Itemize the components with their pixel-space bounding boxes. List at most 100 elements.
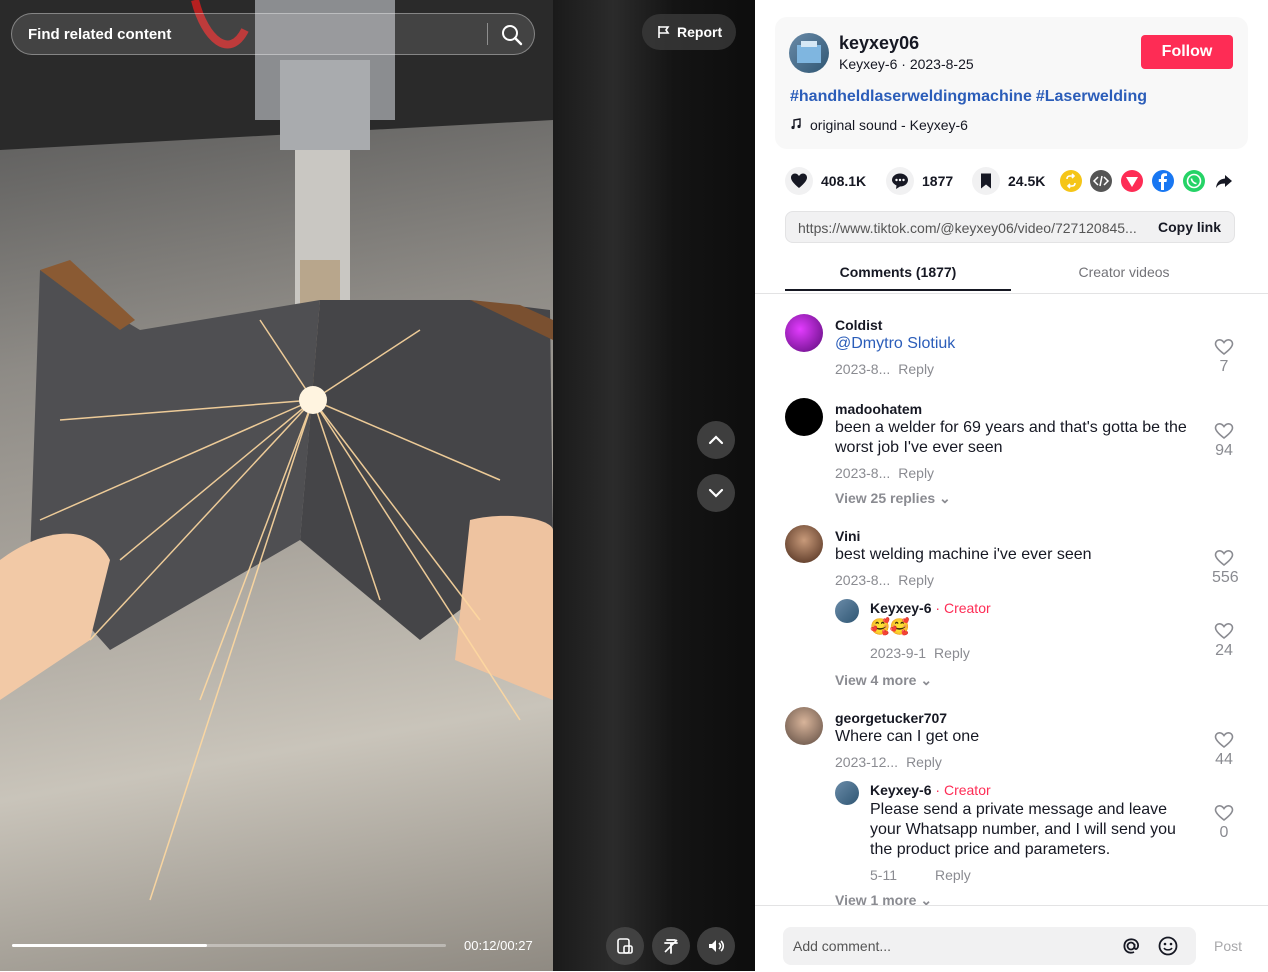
reply-like-button[interactable]: 24 (1212, 622, 1236, 660)
video-player[interactable]: Find related content Report 00:12/00:27 (0, 0, 755, 971)
active-tab-indicator (785, 289, 1011, 291)
comment-text[interactable]: been a welder for 69 years and that's go… (835, 418, 1205, 458)
search-placeholder: Find related content (28, 26, 172, 43)
comment-username[interactable]: Coldist (835, 317, 882, 333)
comment-username[interactable]: Vini (835, 528, 860, 544)
hashtag-link[interactable]: #Laserwelding (1036, 88, 1147, 105)
chevron-up-icon (708, 435, 724, 445)
avatar[interactable] (785, 398, 823, 436)
comment-input[interactable]: Add comment... (783, 927, 1196, 965)
reply-meta: 2023-9-1 Reply (870, 645, 970, 661)
comment-like-count: 556 (1212, 569, 1239, 586)
reply-like-button[interactable]: 0 (1212, 804, 1236, 842)
chevron-down-icon: ⌄ (920, 672, 933, 688)
tab-creator-videos[interactable]: Creator videos (1011, 264, 1237, 280)
reply-button[interactable]: Reply (898, 572, 934, 588)
next-video-button[interactable] (697, 474, 735, 512)
comment-text[interactable]: Where can I get one (835, 727, 979, 747)
mention-icon[interactable] (1120, 935, 1142, 957)
view-replies-label: View 25 replies (835, 490, 936, 506)
avatar[interactable] (785, 314, 823, 352)
embed-icon[interactable] (1090, 170, 1112, 192)
tab-comments[interactable]: Comments (1877) (785, 264, 1011, 280)
send-to-friends-icon[interactable] (1121, 170, 1143, 192)
follow-button[interactable]: Follow (1141, 35, 1233, 69)
comment-like-button[interactable]: 7 (1212, 338, 1236, 376)
comment-text[interactable]: best welding machine i've ever seen (835, 545, 1092, 565)
emoji-icon[interactable] (1157, 935, 1179, 957)
post-date: 2023-8-25 (909, 56, 974, 72)
reply-date: 2023-9-1 (870, 645, 927, 661)
heart-icon (785, 167, 813, 195)
comment-date: 2023-12... (835, 754, 899, 770)
reply-button[interactable]: Reply (898, 361, 934, 377)
related-content-search[interactable]: Find related content (11, 13, 535, 55)
save-action[interactable]: 24.5K (972, 167, 1045, 195)
view-more-replies-button[interactable]: View 1 more ⌄ (835, 892, 932, 905)
reply-button[interactable]: Reply (934, 645, 970, 661)
facebook-icon[interactable] (1152, 170, 1174, 192)
details-panel: keyxey06 Keyxey-6 · 2023-8-25 Follow #ha… (755, 0, 1268, 971)
view-replies-button[interactable]: View 25 replies ⌄ (835, 490, 951, 507)
bookmark-icon (972, 167, 1000, 195)
comment-username[interactable]: madoohatem (835, 401, 922, 417)
floating-player-button[interactable] (652, 927, 690, 965)
author-username[interactable]: keyxey06 (839, 33, 919, 54)
author-nickname: Keyxey-6 (839, 56, 898, 72)
chevron-down-icon: ⌄ (939, 490, 951, 506)
comment-like-count: 94 (1215, 442, 1233, 459)
save-count: 24.5K (1008, 173, 1046, 189)
avatar[interactable] (785, 707, 823, 745)
heart-outline-icon (1214, 622, 1234, 640)
reply-username[interactable]: Keyxey-6 · Creator (870, 600, 991, 616)
author-avatar[interactable] (789, 33, 829, 73)
comment-action[interactable]: 1877 (886, 167, 953, 195)
volume-button[interactable] (697, 927, 735, 965)
comment-date: 2023-8... (835, 465, 891, 481)
view-more-replies-button[interactable]: View 4 more ⌄ (835, 672, 932, 689)
view-more-label: View 1 more (835, 892, 917, 905)
author-subtitle: Keyxey-6 · 2023-8-25 (839, 56, 974, 72)
avatar[interactable] (835, 599, 859, 623)
reply-button[interactable]: Reply (898, 465, 934, 481)
picture-in-picture-button[interactable] (606, 927, 644, 965)
report-label: Report (677, 24, 723, 40)
whatsapp-icon[interactable] (1183, 170, 1205, 192)
reply-button[interactable]: Reply (935, 867, 971, 883)
like-action[interactable]: 408.1K (785, 167, 866, 195)
creator-badge-label: Creator (943, 600, 991, 616)
report-button[interactable]: Report (642, 14, 736, 50)
avatar[interactable] (785, 525, 823, 563)
reply-author: Keyxey-6 (870, 782, 932, 798)
avatar[interactable] (835, 781, 859, 805)
comment-username[interactable]: georgetucker707 (835, 710, 947, 726)
comment-like-button[interactable]: 44 (1212, 731, 1236, 769)
reply-text[interactable]: 🥰🥰 (870, 618, 910, 638)
comment-like-button[interactable]: 94 (1212, 422, 1236, 460)
post-button[interactable]: Post (1214, 938, 1242, 954)
video-time: 00:12/00:27 (464, 938, 533, 953)
video-progress-bar[interactable] (12, 944, 446, 947)
copy-link-button[interactable]: Copy link (1158, 219, 1221, 235)
volume-icon (709, 940, 725, 952)
video-content-image (0, 0, 553, 901)
comment-like-button[interactable]: 556 (1212, 549, 1239, 587)
comment-bubble-icon (886, 167, 914, 195)
repost-icon[interactable] (1060, 170, 1082, 192)
hashtag-link[interactable]: #handheldlaserweldingmachine (790, 88, 1032, 105)
reply-text[interactable]: Please send a private message and leave … (870, 800, 1200, 860)
reply-date: 5-11 (870, 867, 897, 883)
reply-username[interactable]: Keyxey-6 · Creator (870, 782, 991, 798)
previous-video-button[interactable] (697, 421, 735, 459)
heart-outline-icon (1214, 422, 1234, 440)
search-icon[interactable] (500, 23, 524, 47)
creator-badge-label: Creator (943, 782, 991, 798)
video-frame[interactable] (0, 0, 553, 971)
video-url[interactable]: https://www.tiktok.com/@keyxey06/video/7… (798, 220, 1146, 236)
reply-button[interactable]: Reply (906, 754, 942, 770)
comment-list: Coldist @Dmytro Slotiuk 2023-8... Reply 7… (755, 293, 1268, 905)
comment-text[interactable]: @Dmytro Slotiuk (835, 334, 955, 354)
chevron-down-icon (708, 488, 724, 498)
share-arrow-icon[interactable] (1213, 170, 1235, 192)
sound-link[interactable]: original sound - Keyxey-6 (790, 117, 968, 133)
